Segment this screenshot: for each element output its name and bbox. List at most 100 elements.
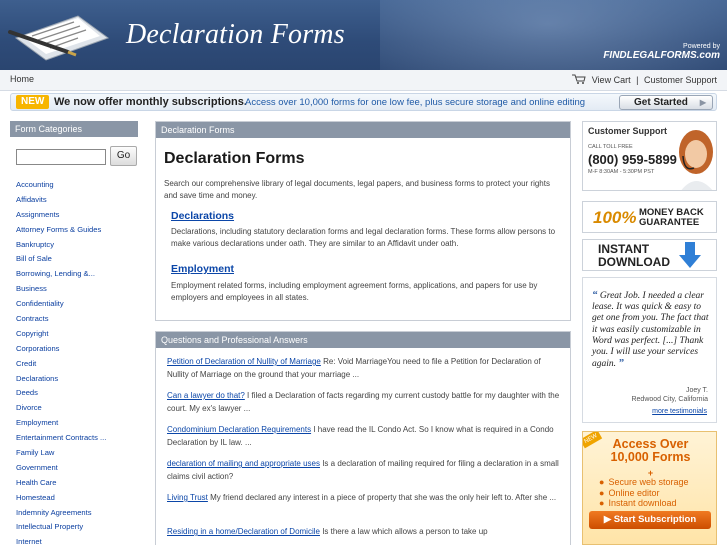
download-line-2: DOWNLOAD <box>598 255 670 269</box>
customer-support-link[interactable]: Customer Support <box>644 75 717 85</box>
view-cart-link[interactable]: View Cart <box>592 75 631 85</box>
category-item: Internet <box>16 535 140 545</box>
employment-section-desc: Employment related forms, including empl… <box>171 281 538 302</box>
bullet-icon: ● <box>599 487 605 498</box>
document-pen-logo <box>8 15 110 61</box>
powered-by[interactable]: Powered by FINDLEGALFORMS.com <box>603 43 720 61</box>
arrow-right-icon: ▶ <box>699 98 706 107</box>
page-title: Declaration Forms <box>164 150 305 167</box>
qa-link[interactable]: Residing in a home/Declaration of Domici… <box>167 527 320 536</box>
declarations-panel: Declaration Forms Declaration Forms Sear… <box>155 121 571 321</box>
category-link[interactable]: Credit <box>16 359 36 368</box>
download-text: INSTANT DOWNLOAD <box>598 243 670 269</box>
category-item: Copyright <box>16 327 140 342</box>
testimonial-quote: “ Great Job. I needed a clear lease. It … <box>592 289 712 370</box>
go-button[interactable]: Go <box>110 146 137 166</box>
category-link[interactable]: Divorce <box>16 403 42 412</box>
category-item: Assignments <box>16 208 140 223</box>
findlegalforms-logo[interactable]: FINDLEGALFORMS.com <box>603 51 720 61</box>
start-subscription-label: Start Subscription <box>613 514 697 525</box>
download-arrow-icon <box>679 242 701 268</box>
subscription-title: Access Over 10,000 Forms <box>583 438 716 464</box>
declarations-section-link[interactable]: Declarations <box>171 210 234 222</box>
category-item: Credit <box>16 357 140 372</box>
category-link[interactable]: Business <box>16 284 47 293</box>
category-link[interactable]: Employment <box>16 418 58 427</box>
qa-link[interactable]: Petition of Declaration of Nullity of Ma… <box>167 357 321 366</box>
category-item: Indemnity Agreements <box>16 506 140 521</box>
intro-text: Search our comprehensive library of lega… <box>164 179 550 200</box>
guarantee-line-2: GUARANTEE <box>639 217 700 228</box>
category-link[interactable]: Internet <box>16 537 42 545</box>
open-quote-icon: “ <box>592 289 598 301</box>
qa-link[interactable]: declaration of mailing and appropriate u… <box>167 459 320 468</box>
category-link[interactable]: Deeds <box>16 388 38 397</box>
qa-link[interactable]: Can a lawyer do that? <box>167 391 245 400</box>
support-phone[interactable]: (800) 959-5899 <box>588 152 677 167</box>
category-item: Accounting <box>16 178 140 193</box>
qa-link[interactable]: Living Trust <box>167 493 208 502</box>
category-link[interactable]: Indemnity Agreements <box>16 508 92 517</box>
toll-free-label: CALL TOLL FREE <box>588 144 633 150</box>
more-testimonials-link[interactable]: more testimonials <box>652 408 707 415</box>
cart-area: View Cart | Customer Support <box>572 74 717 85</box>
declarations-panel-title: Declaration Forms <box>156 122 570 138</box>
category-link[interactable]: Bankruptcy <box>16 240 54 249</box>
category-link[interactable]: Attorney Forms & Guides <box>16 225 101 234</box>
category-link[interactable]: Corporations <box>16 344 59 353</box>
category-link[interactable]: Borrowing, Lending &... <box>16 269 95 278</box>
play-arrow-icon: ▶ <box>603 514 614 525</box>
category-item: Bankruptcy <box>16 238 140 253</box>
get-started-label: Get Started <box>634 97 688 108</box>
category-item: Attorney Forms & Guides <box>16 223 140 238</box>
money-back-guarantee: 100% MONEY BACK GUARANTEE <box>582 201 717 233</box>
category-link[interactable]: Accounting <box>16 180 54 189</box>
shopping-cart-icon[interactable] <box>572 74 586 84</box>
category-item: Employment <box>16 416 140 431</box>
category-link[interactable]: Confidentiality <box>16 299 64 308</box>
top-nav: Home View Cart | Customer Support <box>0 70 727 91</box>
category-link[interactable]: Copyright <box>16 329 49 338</box>
category-link[interactable]: Contracts <box>16 314 49 323</box>
category-item: Affidavits <box>16 193 140 208</box>
feature-label: Online editor <box>608 487 660 498</box>
powered-by-label: Powered by <box>683 43 720 50</box>
category-link[interactable]: Affidavits <box>16 195 47 204</box>
category-link[interactable]: Entertainment Contracts ... <box>16 433 106 442</box>
subscription-box: NEW Access Over 10,000 Forms + ● Secure w… <box>582 431 717 545</box>
category-item: Health Care <box>16 476 140 491</box>
testimonial-location: Redwood City, California <box>631 396 708 403</box>
qa-panel: Questions and Professional Answers Petit… <box>155 331 571 545</box>
employment-section-link[interactable]: Employment <box>171 263 234 275</box>
subscription-features: ● Secure web storage ● Online editor ● Inst… <box>599 477 692 509</box>
category-link[interactable]: Family Law <box>16 448 54 457</box>
site-header: Declaration Forms Powered by FINDLEGALFO… <box>0 0 727 70</box>
feature-label: Instant download <box>608 498 677 508</box>
category-item: Corporations <box>16 342 140 357</box>
category-link[interactable]: Assignments <box>16 210 59 219</box>
qa-snippet: Is there a law which allows a person to … <box>319 527 488 536</box>
subscription-title-line-2: 10,000 Forms <box>610 450 691 464</box>
qa-link[interactable]: Condominium Declaration Requirements <box>167 425 311 434</box>
category-link[interactable]: Intellectual Property <box>16 522 83 531</box>
category-link[interactable]: Government <box>16 463 58 472</box>
category-item: Borrowing, Lending &... <box>16 267 140 282</box>
category-link[interactable]: Health Care <box>16 478 57 487</box>
category-link[interactable]: Bill of Sale <box>16 254 52 263</box>
bullet-icon: ● <box>599 498 605 508</box>
guarantee-text: MONEY BACK GUARANTEE <box>639 208 704 228</box>
support-box[interactable]: Customer Support CALL TOLL FREE (800) 95… <box>582 121 717 191</box>
declarations-section-desc: Declarations, including statutory declar… <box>171 227 556 248</box>
new-badge: NEW <box>16 95 50 109</box>
search-input[interactable] <box>16 149 106 165</box>
home-link[interactable]: Home <box>10 74 34 84</box>
category-link[interactable]: Declarations <box>16 374 58 383</box>
category-link[interactable]: Homestead <box>16 493 55 502</box>
bullet-icon: ● <box>599 477 605 487</box>
feature-item: ● Secure web storage <box>599 477 692 488</box>
get-started-button[interactable]: Get Started ▶ <box>619 95 713 110</box>
qa-item: Condominium Declaration Requirements I h… <box>167 424 562 449</box>
start-subscription-button[interactable]: ▶ Start Subscription <box>589 511 711 529</box>
qa-item: Petition of Declaration of Nullity of Ma… <box>167 356 562 381</box>
support-hours: M-F 8:30AM - 5:30PM PST <box>588 169 655 175</box>
